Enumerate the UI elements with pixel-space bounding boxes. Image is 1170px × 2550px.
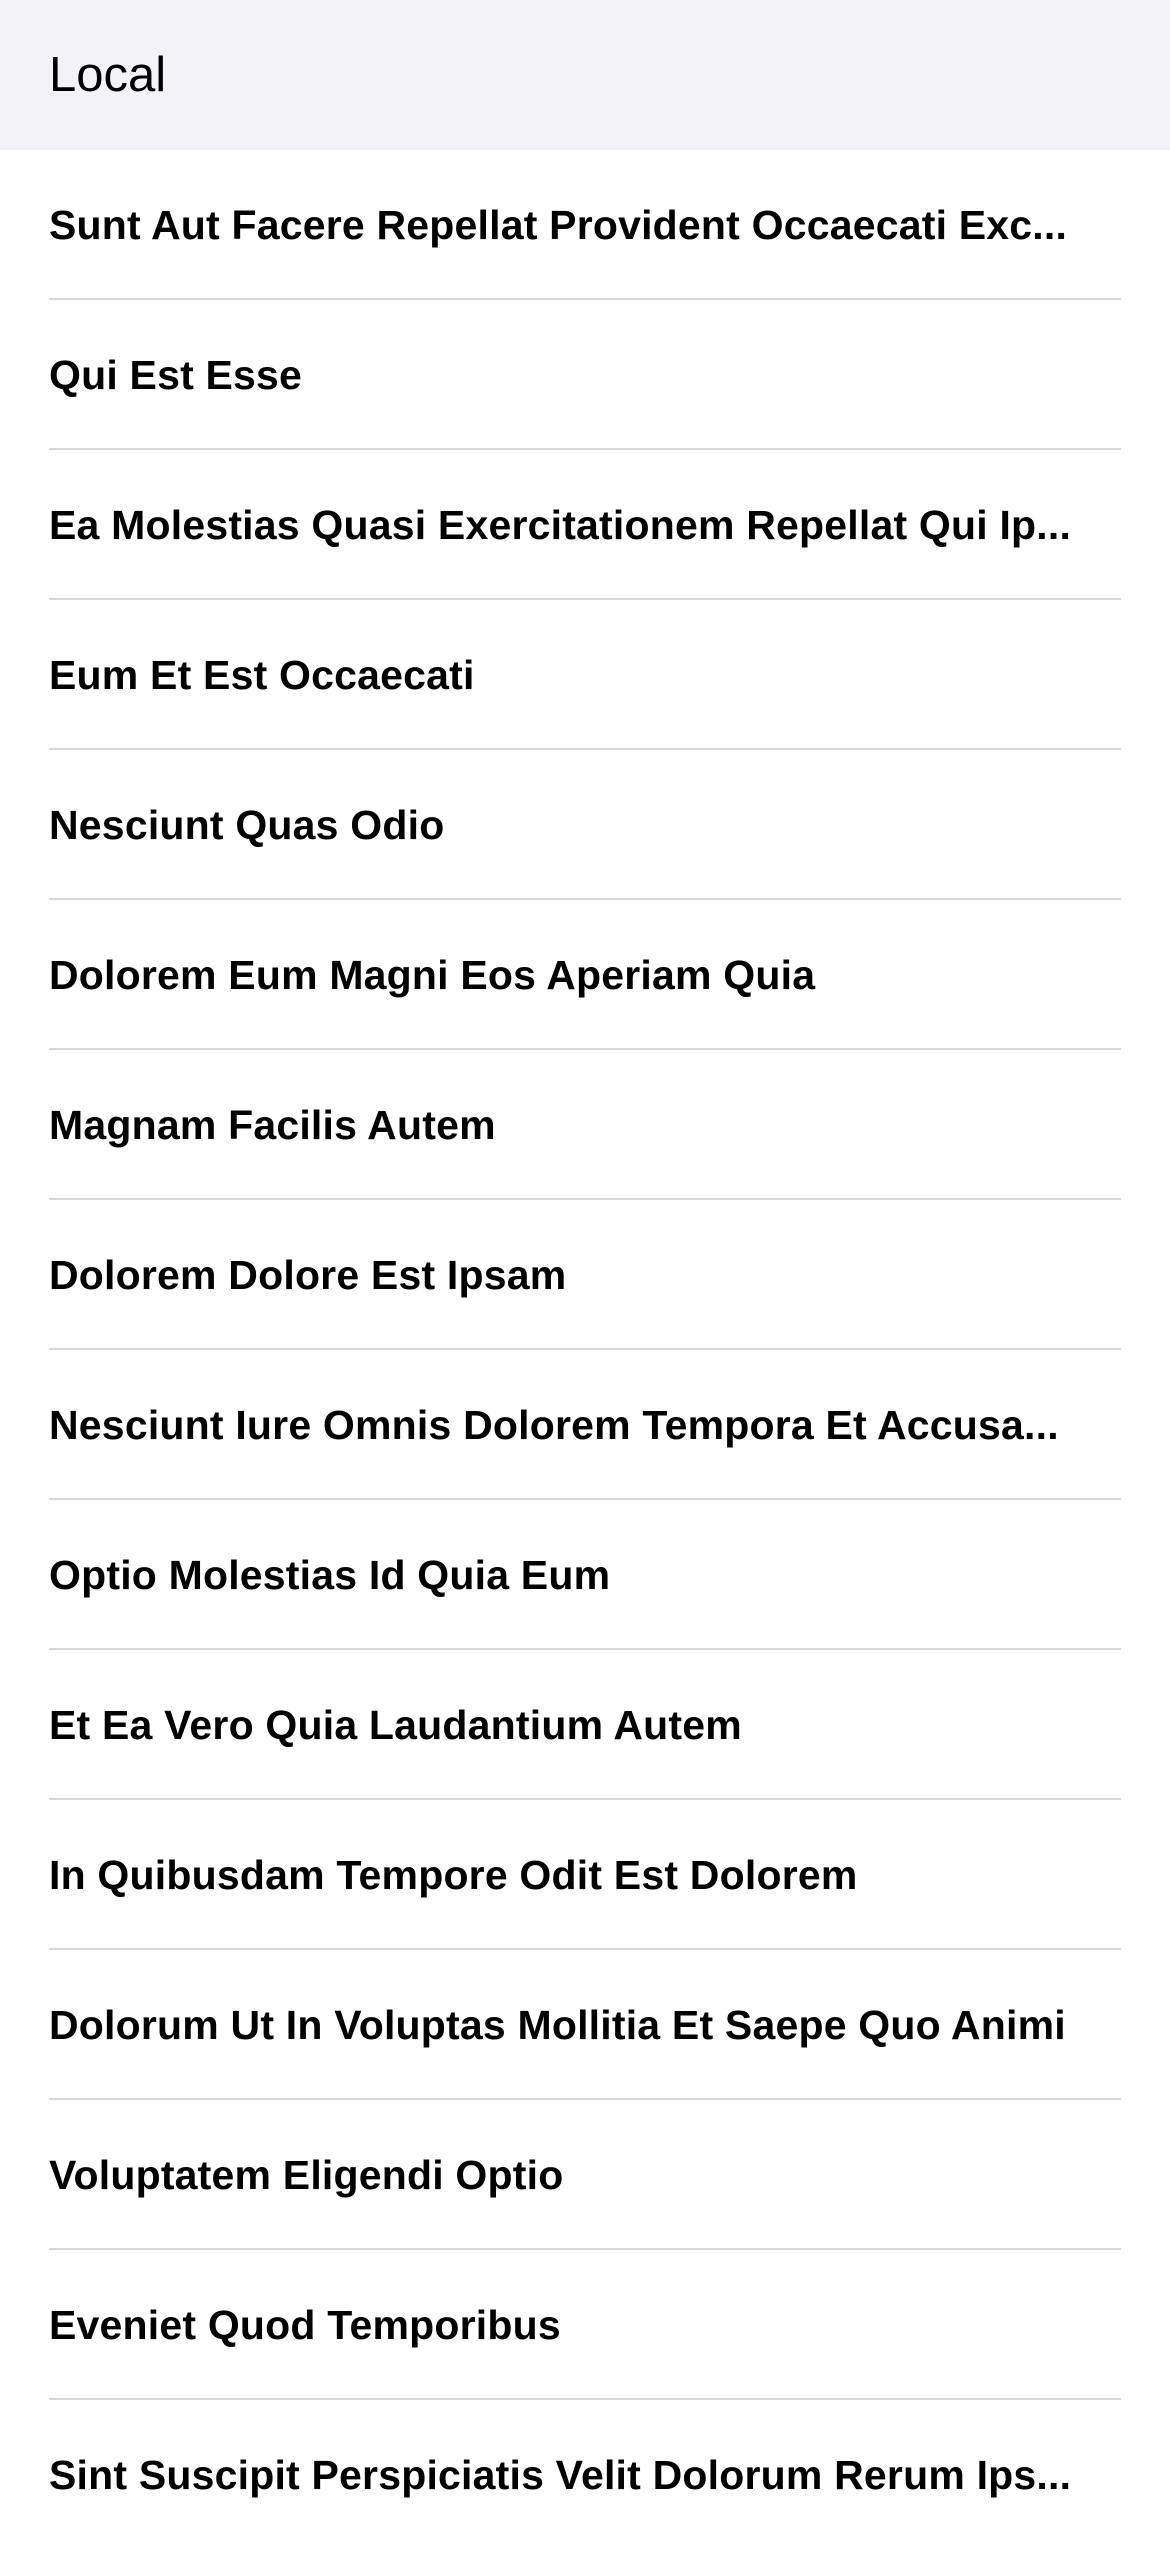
page-title: Local xyxy=(49,48,167,102)
list-item[interactable]: Nesciunt Quas Odio xyxy=(0,750,1170,900)
list-item[interactable]: Optio Molestias Id Quia Eum xyxy=(0,1500,1170,1650)
list-item[interactable]: Dolorem Eum Magni Eos Aperiam Quia xyxy=(0,900,1170,1050)
list-item[interactable]: Dolorem Dolore Est Ipsam xyxy=(0,1200,1170,1350)
list-item-title: Dolorem Dolore Est Ipsam xyxy=(49,1251,567,1298)
list-item-title: Nesciunt Quas Odio xyxy=(49,801,445,848)
list-item-title: Dolorum Ut In Voluptas Mollitia Et Saepe… xyxy=(49,2001,1066,2048)
list-item-title: Dolorem Eum Magni Eos Aperiam Quia xyxy=(49,951,816,998)
list-item[interactable]: Dolorum Ut In Voluptas Mollitia Et Saepe… xyxy=(0,1950,1170,2100)
list-item[interactable]: Nesciunt Iure Omnis Dolorem Tempora Et A… xyxy=(0,1350,1170,1500)
list-item-title: Nesciunt Iure Omnis Dolorem Tempora Et A… xyxy=(49,1401,1059,1448)
list-item-title: Ea Molestias Quasi Exercitationem Repell… xyxy=(49,501,1072,548)
list-item[interactable]: Eveniet Quod Temporibus xyxy=(0,2250,1170,2400)
list-item[interactable]: In Quibusdam Tempore Odit Est Dolorem xyxy=(0,1800,1170,1950)
list-item[interactable]: Et Ea Vero Quia Laudantium Autem xyxy=(0,1650,1170,1800)
list-item[interactable]: Sint Suscipit Perspiciatis Velit Dolorum… xyxy=(0,2400,1170,2550)
list-item-title: Optio Molestias Id Quia Eum xyxy=(49,1551,611,1598)
list-item[interactable]: Voluptatem Eligendi Optio xyxy=(0,2100,1170,2250)
list-item[interactable]: Qui Est Esse xyxy=(0,300,1170,450)
list-item-title: Magnam Facilis Autem xyxy=(49,1101,496,1148)
list-item-title: Sunt Aut Facere Repellat Provident Occae… xyxy=(49,201,1068,248)
list-item-title: Qui Est Esse xyxy=(49,351,303,398)
list-item-title: Voluptatem Eligendi Optio xyxy=(49,2151,564,2198)
list-item-title: Eveniet Quod Temporibus xyxy=(49,2301,561,2348)
list-item-title: Sint Suscipit Perspiciatis Velit Dolorum… xyxy=(49,2451,1072,2498)
post-list: Sunt Aut Facere Repellat Provident Occae… xyxy=(0,150,1170,2550)
list-item[interactable]: Sunt Aut Facere Repellat Provident Occae… xyxy=(0,150,1170,300)
list-item[interactable]: Magnam Facilis Autem xyxy=(0,1050,1170,1200)
list-item[interactable]: Ea Molestias Quasi Exercitationem Repell… xyxy=(0,450,1170,600)
list-item-title: Eum Et Est Occaecati xyxy=(49,651,475,698)
navigation-header: Local xyxy=(0,0,1170,150)
list-item[interactable]: Eum Et Est Occaecati xyxy=(0,600,1170,750)
list-item-title: In Quibusdam Tempore Odit Est Dolorem xyxy=(49,1851,858,1898)
list-item-title: Et Ea Vero Quia Laudantium Autem xyxy=(49,1701,742,1748)
